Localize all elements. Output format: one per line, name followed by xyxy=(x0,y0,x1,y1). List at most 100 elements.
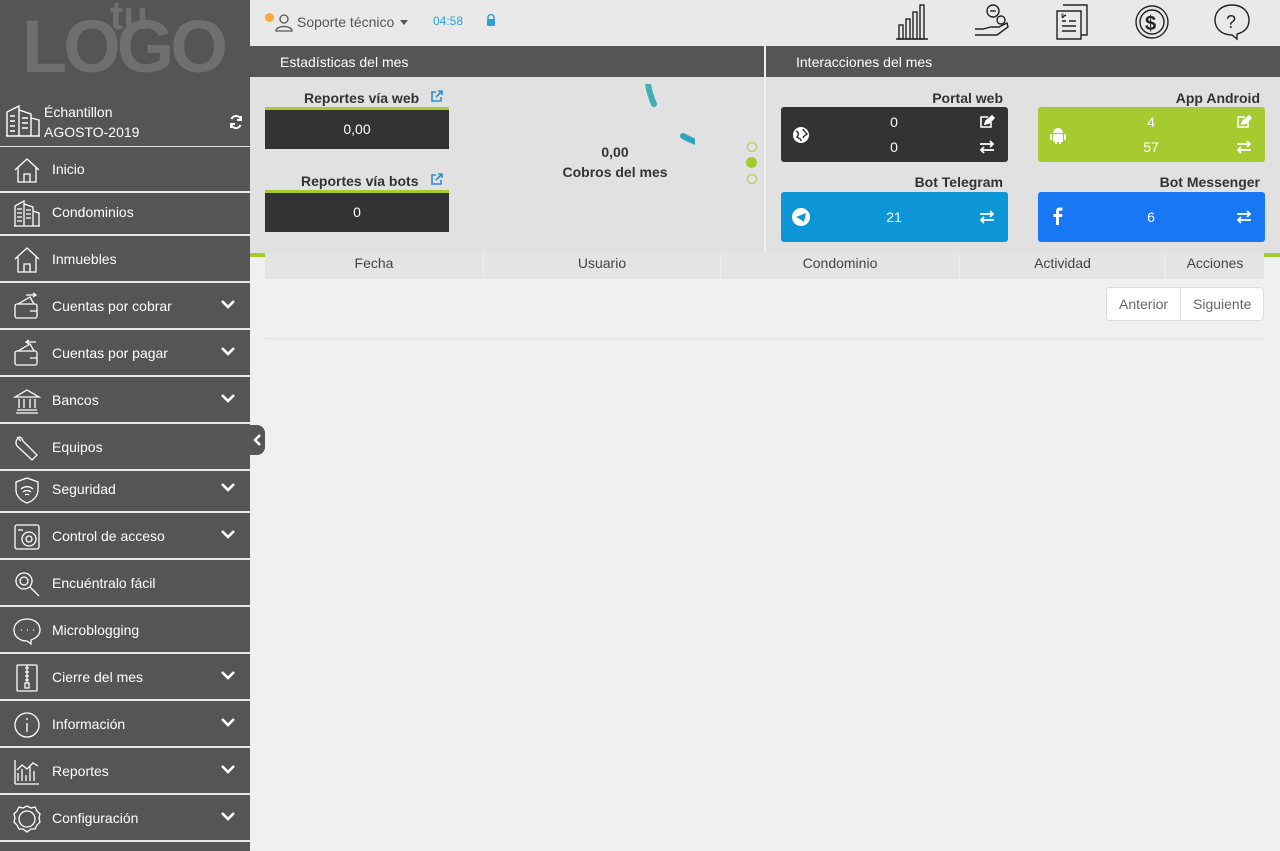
sidebar-item-configuracion[interactable]: Configuración xyxy=(0,796,250,842)
magnifier-icon xyxy=(15,572,40,597)
bank-icon xyxy=(12,389,42,414)
external-link-icon[interactable] xyxy=(430,172,444,186)
previous-page-button[interactable]: Anterior xyxy=(1106,287,1181,321)
status-indicator xyxy=(265,13,274,22)
sidebar-item-control-de-acceso[interactable]: Control de acceso xyxy=(0,514,250,560)
sidebar-item-cuentas-por-cobrar[interactable]: Cuentas por cobrar xyxy=(0,284,250,330)
interactions-panel-header: Interacciones del mes xyxy=(766,46,1280,77)
sidebar-item-inicio[interactable]: Inicio xyxy=(0,147,250,193)
carousel-dot[interactable] xyxy=(747,142,757,152)
column-header-actions: Acciones xyxy=(1186,255,1244,271)
lock-icon[interactable] xyxy=(486,14,496,26)
next-page-button[interactable]: Siguiente xyxy=(1181,287,1264,321)
sidebar-item-label: Microblogging xyxy=(52,622,140,638)
chevron-down-icon xyxy=(221,530,235,539)
home-icon xyxy=(14,158,40,183)
svg-text:$: $ xyxy=(1145,13,1156,35)
chevron-down-icon xyxy=(221,300,235,309)
sidebar-item-bancos[interactable]: Bancos xyxy=(0,378,250,424)
svg-text:$: $ xyxy=(1061,14,1065,20)
sidebar-item-cuentas-por-pagar[interactable]: Cuentas por pagar xyxy=(0,331,250,377)
house-icon xyxy=(14,247,40,273)
telegram-icon xyxy=(792,208,810,226)
chevron-down-icon xyxy=(221,671,235,680)
sidebar-item-informacion[interactable]: Información xyxy=(0,702,250,748)
bot-messenger-card: 6 xyxy=(1038,192,1265,242)
sidebar-item-label: Inmuebles xyxy=(52,251,117,267)
bot-messenger-title: Bot Messenger xyxy=(1159,174,1260,190)
stats-panel-title: Estadísticas del mes xyxy=(280,54,409,70)
carousel-dot-active[interactable] xyxy=(746,157,757,168)
bot-messenger-value: 6 xyxy=(1147,209,1155,225)
account-selector[interactable]: Échantillon AGOSTO-2019 xyxy=(0,100,250,147)
sidebar-item-label: Inicio xyxy=(52,161,85,177)
bar-chart-icon[interactable] xyxy=(893,3,931,41)
column-header-user[interactable]: Usuario xyxy=(484,253,721,279)
sidebar-item-label: Seguridad xyxy=(52,481,116,497)
column-header-activity[interactable]: Actividad xyxy=(960,253,1166,279)
sidebar-item-equipos[interactable]: Equipos xyxy=(0,425,250,471)
chevron-down-icon xyxy=(221,347,235,356)
web-reports-value: 0,00 xyxy=(265,107,449,149)
sidebar-item-label: Cuentas por cobrar xyxy=(52,298,172,314)
sidebar-item-reportes[interactable]: Reportes xyxy=(0,749,250,795)
web-reports-label: Reportes vía web xyxy=(304,90,420,106)
bot-reports-label: Reportes vía bots xyxy=(301,173,419,189)
wrench-icon xyxy=(15,436,38,461)
wallet-out-icon xyxy=(14,339,38,366)
sidebar-item-label: Control de acceso xyxy=(52,528,165,544)
stats-panel: Estadísticas del mes Reportes vía web 0,… xyxy=(250,46,764,257)
caret-down-icon[interactable] xyxy=(400,20,408,25)
sidebar-item-encuentralo-facil[interactable]: Encuéntralo fácil xyxy=(0,561,250,607)
chevron-down-icon xyxy=(221,765,235,774)
portal-web-transfers: 0 xyxy=(890,139,898,155)
portal-web-title: Portal web xyxy=(932,90,1003,106)
session-clock: 04:58 xyxy=(433,14,464,28)
app-android-edits: 4 xyxy=(1147,114,1155,130)
app-android-title: App Android xyxy=(1175,90,1260,106)
portal-web-card: 0 0 xyxy=(781,107,1008,162)
sidebar-item-cierre-del-mes[interactable]: Cierre del mes xyxy=(0,655,250,701)
interactions-panel-title: Interacciones del mes xyxy=(796,54,933,70)
hand-coins-icon[interactable] xyxy=(973,3,1011,41)
sidebar-item-label: Condominios xyxy=(52,204,134,220)
stats-panel-header: Estadísticas del mes xyxy=(250,46,764,77)
sidebar-item-label: Cierre del mes xyxy=(52,669,144,685)
sidebar-item-label: Cuentas por pagar xyxy=(52,345,168,361)
wallet-in-icon xyxy=(14,292,38,319)
sidebar-item-label: Equipos xyxy=(52,439,103,455)
user-menu[interactable]: Soporte técnico xyxy=(297,14,394,30)
edit-icon xyxy=(980,115,995,128)
refresh-icon[interactable] xyxy=(228,114,244,130)
logo[interactable]: LOGO tu xyxy=(0,0,250,100)
bot-telegram-title: Bot Telegram xyxy=(914,174,1003,190)
help-bubble-icon[interactable]: ? xyxy=(1213,3,1251,41)
invoice-icon[interactable]: $ xyxy=(1053,3,1091,41)
table-divider xyxy=(265,338,1264,339)
interactions-panel: Interacciones del mes Portal web 0 0 App… xyxy=(766,46,1280,257)
carousel-dot[interactable] xyxy=(747,174,757,184)
transfer-arrows-icon xyxy=(1236,140,1252,154)
sidebar-item-inmuebles[interactable]: Inmuebles xyxy=(0,237,250,283)
column-header-condominium[interactable]: Condominio xyxy=(721,253,960,279)
chevron-left-icon xyxy=(253,434,261,446)
app-android-card: 4 57 xyxy=(1038,107,1265,162)
android-icon xyxy=(1050,128,1066,144)
sidebar-item-seguridad[interactable]: Seguridad xyxy=(0,467,250,513)
transfer-arrows-icon xyxy=(979,210,995,224)
external-link-icon[interactable] xyxy=(430,89,444,103)
sidebar-item-label: Bancos xyxy=(52,392,99,408)
zipper-file-icon xyxy=(16,664,38,692)
portal-web-edits: 0 xyxy=(890,114,898,130)
column-header-date[interactable]: Fecha xyxy=(265,253,484,279)
sidebar-collapse-toggle[interactable] xyxy=(250,425,265,455)
sidebar-item-condominios[interactable]: Condominios xyxy=(0,190,250,236)
dollar-coin-icon[interactable]: $ xyxy=(1133,3,1171,41)
chevron-down-icon xyxy=(221,718,235,727)
sidebar-item-label: Información xyxy=(52,716,126,732)
app-android-transfers: 57 xyxy=(1143,139,1159,155)
table-header: Fecha Usuario Condominio Actividad Accio… xyxy=(265,253,1264,279)
sidebar-item-microblogging[interactable]: Microblogging xyxy=(0,608,250,654)
sidebar-item-label: Encuéntralo fácil xyxy=(52,575,156,591)
chevron-down-icon xyxy=(221,394,235,403)
